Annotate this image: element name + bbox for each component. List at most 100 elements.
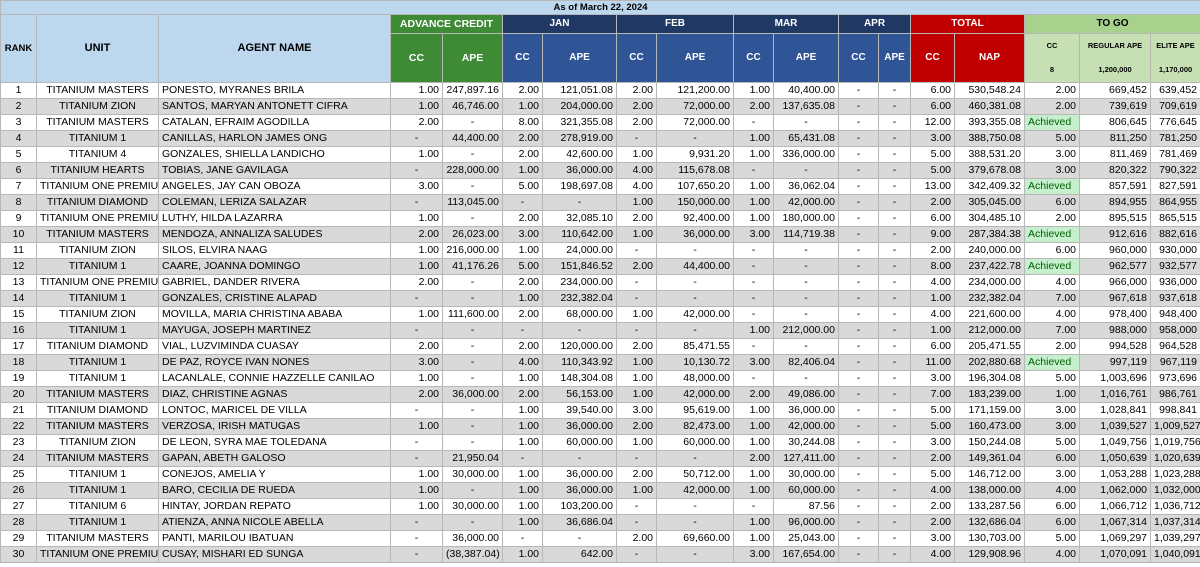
jan-cc-cell[interactable]: - xyxy=(502,194,543,211)
togo-regular-ape-cell[interactable]: 988,000 xyxy=(1079,322,1151,339)
header-apr-ape[interactable]: APE xyxy=(878,33,911,83)
unit-cell[interactable]: TITANIUM ONE PREMIUM xyxy=(36,178,159,195)
apr-ape-cell[interactable]: - xyxy=(878,322,911,339)
total-cc-cell[interactable]: 12.00 xyxy=(910,114,955,131)
togo-elite-ape-cell[interactable]: 639,452 xyxy=(1149,82,1200,99)
apr-ape-cell[interactable]: - xyxy=(878,98,911,115)
rank-cell[interactable]: 22 xyxy=(0,418,37,435)
apr-cc-cell[interactable]: - xyxy=(838,82,879,99)
jan-ape-cell[interactable]: 42,600.00 xyxy=(542,146,617,163)
togo-cc-cell[interactable]: Achieved xyxy=(1024,178,1080,195)
rank-cell[interactable]: 10 xyxy=(0,226,37,243)
feb-cc-cell[interactable]: - xyxy=(616,290,657,307)
total-cc-cell[interactable]: 4.00 xyxy=(910,306,955,323)
total-nap-cell[interactable]: 388,750.08 xyxy=(954,130,1025,147)
apr-cc-cell[interactable]: - xyxy=(838,402,879,419)
agent-name-cell[interactable]: DIAZ, CHRISTINE AGNAS xyxy=(158,386,391,403)
total-nap-cell[interactable]: 133,287.56 xyxy=(954,498,1025,515)
apr-ape-cell[interactable]: - xyxy=(878,274,911,291)
togo-cc-cell[interactable]: Achieved xyxy=(1024,114,1080,131)
feb-cc-cell[interactable]: 3.00 xyxy=(616,402,657,419)
jan-ape-cell[interactable]: 68,000.00 xyxy=(542,306,617,323)
rank-cell[interactable]: 29 xyxy=(0,530,37,547)
mar-cc-cell[interactable]: 1.00 xyxy=(733,146,774,163)
feb-ape-cell[interactable]: 44,400.00 xyxy=(656,258,734,275)
togo-cc-cell[interactable]: 2.00 xyxy=(1024,82,1080,99)
feb-cc-cell[interactable]: 1.00 xyxy=(616,226,657,243)
apr-ape-cell[interactable]: - xyxy=(878,546,911,563)
feb-cc-cell[interactable]: 2.00 xyxy=(616,530,657,547)
apr-ape-cell[interactable]: - xyxy=(878,258,911,275)
jan-cc-cell[interactable]: 2.00 xyxy=(502,210,543,227)
jan-cc-cell[interactable]: 1.00 xyxy=(502,514,543,531)
feb-ape-cell[interactable]: - xyxy=(656,290,734,307)
jan-cc-cell[interactable]: - xyxy=(502,322,543,339)
jan-ape-cell[interactable]: - xyxy=(542,450,617,467)
jan-cc-cell[interactable]: 1.00 xyxy=(502,466,543,483)
mar-ape-cell[interactable]: 127,411.00 xyxy=(773,450,839,467)
agent-name-cell[interactable]: ATIENZA, ANNA NICOLE ABELLA xyxy=(158,514,391,531)
jan-ape-cell[interactable]: 36,000.00 xyxy=(542,162,617,179)
apr-ape-cell[interactable]: - xyxy=(878,418,911,435)
agent-name-cell[interactable]: DE PAZ, ROYCE IVAN NONES xyxy=(158,354,391,371)
mar-ape-cell[interactable]: 42,000.00 xyxy=(773,418,839,435)
total-nap-cell[interactable]: 149,361.04 xyxy=(954,450,1025,467)
togo-elite-ape-cell[interactable]: 1,040,091 xyxy=(1149,546,1200,563)
jan-cc-cell[interactable]: 2.00 xyxy=(502,274,543,291)
header-advance-ape[interactable]: APE xyxy=(442,33,503,83)
togo-elite-ape-cell[interactable]: 1,023,288 xyxy=(1149,466,1200,483)
togo-regular-ape-cell[interactable]: 857,591 xyxy=(1079,178,1151,195)
feb-ape-cell[interactable]: - xyxy=(656,450,734,467)
header-mar-ape[interactable]: APE xyxy=(773,33,839,83)
advance-ape-cell[interactable]: - xyxy=(442,370,503,387)
agent-name-cell[interactable]: MAYUGA, JOSEPH MARTINEZ xyxy=(158,322,391,339)
mar-cc-cell[interactable]: 2.00 xyxy=(733,450,774,467)
togo-elite-ape-cell[interactable]: 790,322 xyxy=(1149,162,1200,179)
mar-ape-cell[interactable]: 60,000.00 xyxy=(773,482,839,499)
feb-ape-cell[interactable]: - xyxy=(656,130,734,147)
togo-regular-ape-cell[interactable]: 1,049,756 xyxy=(1079,434,1151,451)
advance-ape-cell[interactable]: - xyxy=(442,210,503,227)
total-cc-cell[interactable]: 7.00 xyxy=(910,386,955,403)
total-cc-cell[interactable]: 4.00 xyxy=(910,546,955,563)
advance-cc-cell[interactable]: 1.00 xyxy=(390,242,443,259)
feb-cc-cell[interactable]: - xyxy=(616,274,657,291)
unit-cell[interactable]: TITANIUM 4 xyxy=(36,146,159,163)
advance-cc-cell[interactable]: 1.00 xyxy=(390,482,443,499)
togo-elite-ape-cell[interactable]: 709,619 xyxy=(1149,98,1200,115)
header-jan-ape[interactable]: APE xyxy=(542,33,617,83)
jan-cc-cell[interactable]: 1.00 xyxy=(502,370,543,387)
togo-elite-ape-cell[interactable]: 1,037,314 xyxy=(1149,514,1200,531)
mar-cc-cell[interactable]: 1.00 xyxy=(733,402,774,419)
togo-regular-ape-cell[interactable]: 1,066,712 xyxy=(1079,498,1151,515)
agent-name-cell[interactable]: VIAL, LUZVIMINDA CUASAY xyxy=(158,338,391,355)
togo-regular-ape-cell[interactable]: 739,619 xyxy=(1079,98,1151,115)
total-nap-cell[interactable]: 237,422.78 xyxy=(954,258,1025,275)
mar-ape-cell[interactable]: - xyxy=(773,290,839,307)
advance-cc-cell[interactable]: - xyxy=(390,290,443,307)
total-nap-cell[interactable]: 304,485.10 xyxy=(954,210,1025,227)
agent-name-cell[interactable]: LUTHY, HILDA LAZARRA xyxy=(158,210,391,227)
rank-cell[interactable]: 19 xyxy=(0,370,37,387)
advance-ape-cell[interactable]: - xyxy=(442,514,503,531)
advance-cc-cell[interactable]: 2.00 xyxy=(390,338,443,355)
advance-ape-cell[interactable]: - xyxy=(442,290,503,307)
agent-name-cell[interactable]: CANILLAS, HARLON JAMES ONG xyxy=(158,130,391,147)
total-cc-cell[interactable]: 5.00 xyxy=(910,146,955,163)
advance-cc-cell[interactable]: - xyxy=(390,322,443,339)
apr-cc-cell[interactable]: - xyxy=(838,514,879,531)
jan-ape-cell[interactable]: 110,343.92 xyxy=(542,354,617,371)
jan-ape-cell[interactable]: 36,000.00 xyxy=(542,418,617,435)
total-nap-cell[interactable]: 393,355.08 xyxy=(954,114,1025,131)
togo-elite-ape-cell[interactable]: 781,469 xyxy=(1149,146,1200,163)
apr-cc-cell[interactable]: - xyxy=(838,322,879,339)
rank-cell[interactable]: 18 xyxy=(0,354,37,371)
apr-ape-cell[interactable]: - xyxy=(878,514,911,531)
togo-regular-ape-cell[interactable]: 895,515 xyxy=(1079,210,1151,227)
rank-cell[interactable]: 21 xyxy=(0,402,37,419)
advance-ape-cell[interactable]: - xyxy=(442,482,503,499)
total-cc-cell[interactable]: 3.00 xyxy=(910,130,955,147)
total-cc-cell[interactable]: 5.00 xyxy=(910,162,955,179)
jan-cc-cell[interactable]: 2.00 xyxy=(502,82,543,99)
togo-regular-ape-cell[interactable]: 997,119 xyxy=(1079,354,1151,371)
